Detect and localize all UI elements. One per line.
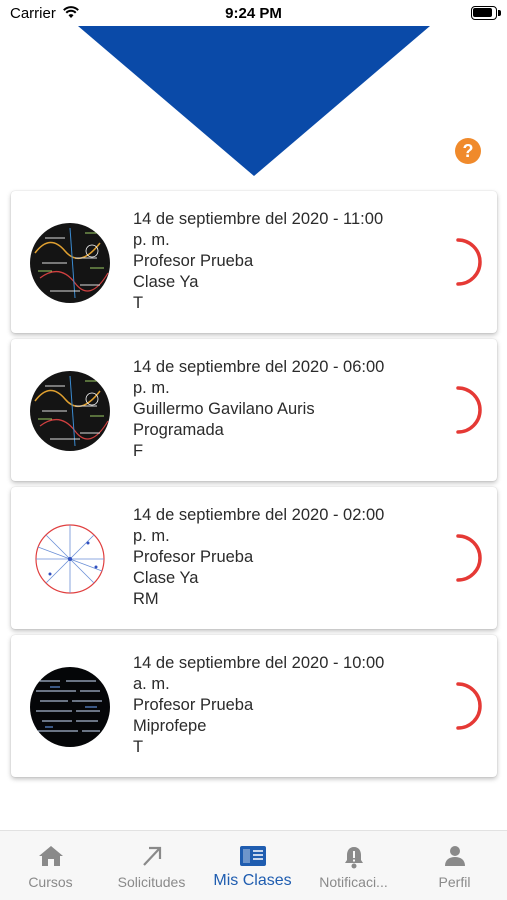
tab-solicitudes[interactable]: Solicitudes (101, 831, 202, 900)
class-avatar (30, 519, 110, 599)
tab-label: Mis Clases (213, 872, 292, 889)
person-icon (444, 846, 465, 866)
tab-mis-clases[interactable]: Mis Clases (202, 831, 303, 900)
loading-spinner-icon (456, 238, 482, 286)
class-type: Clase Ya (133, 569, 199, 587)
book-icon (239, 846, 266, 866)
class-code: F (133, 442, 144, 460)
class-info: 14 de septiembre del 2020 - 06:00 p. m. … (133, 357, 433, 462)
class-card[interactable]: 14 de septiembre del 2020 - 06:00 p. m. … (11, 339, 497, 481)
class-date: 14 de septiembre del 2020 - 06:00 (133, 358, 385, 376)
class-avatar (30, 223, 110, 303)
arrow-up-right-icon (142, 846, 161, 866)
class-teacher: Guillermo Gavilano Auris (133, 400, 315, 418)
tab-label: Solicitudes (117, 874, 186, 890)
question-circle-icon: ? (462, 141, 474, 161)
class-date: 14 de septiembre del 2020 - 10:00 (133, 654, 385, 672)
class-avatar (30, 371, 110, 451)
bottom-tab-bar: Cursos Solicitudes Mis Clases Notificaci… (0, 830, 507, 900)
battery-tip (498, 10, 501, 16)
class-teacher: Profesor Prueba (133, 252, 254, 270)
class-period: p. m. (133, 527, 170, 545)
class-code: T (133, 738, 144, 756)
loading-spinner-icon (456, 682, 482, 730)
loading-spinner-icon (456, 534, 482, 582)
class-period: p. m. (133, 379, 170, 397)
class-info: 14 de septiembre del 2020 - 10:00 a. m. … (133, 653, 433, 758)
class-card[interactable]: 14 de septiembre del 2020 - 02:00 p. m. … (11, 487, 497, 629)
tab-perfil[interactable]: Perfil (404, 831, 505, 900)
loading-spinner-icon (456, 386, 482, 434)
tab-label: Notificaci... (319, 874, 388, 890)
class-date: 14 de septiembre del 2020 - 02:00 (133, 506, 385, 524)
class-code: RM (133, 590, 159, 608)
tab-notificaciones[interactable]: Notificaci... (303, 831, 404, 900)
bell-icon (344, 847, 363, 869)
class-info: 14 de septiembre del 2020 - 11:00 p. m. … (133, 209, 433, 314)
math-chalkboard-image (30, 371, 110, 451)
class-info: 14 de septiembre del 2020 - 02:00 p. m. … (133, 505, 433, 610)
circle-geometry-image (30, 519, 110, 599)
status-bar: Carrier 9:24 PM (0, 0, 507, 28)
class-card[interactable]: 14 de septiembre del 2020 - 10:00 a. m. … (11, 635, 497, 777)
class-type: Programada (133, 421, 224, 439)
class-teacher: Profesor Prueba (133, 696, 254, 714)
class-period: a. m. (133, 675, 170, 693)
class-card[interactable]: 14 de septiembre del 2020 - 11:00 p. m. … (11, 191, 497, 333)
tab-cursos[interactable]: Cursos (0, 831, 101, 900)
battery-icon (471, 6, 497, 20)
class-avatar (30, 667, 110, 747)
math-chalkboard-image (30, 223, 110, 303)
class-type: Miprofepe (133, 717, 207, 735)
home-icon (38, 846, 63, 866)
status-time: 9:24 PM (225, 5, 282, 22)
header-banner-triangle (78, 26, 430, 176)
class-teacher: Profesor Prueba (133, 548, 254, 566)
tab-label: Perfil (438, 874, 471, 890)
help-button[interactable]: ? (455, 138, 481, 164)
formula-blackboard-image (30, 667, 110, 747)
class-code: T (133, 294, 144, 312)
class-type: Clase Ya (133, 273, 199, 291)
class-date: 14 de septiembre del 2020 - 11:00 (133, 210, 384, 228)
tab-label: Cursos (28, 874, 73, 890)
class-period: p. m. (133, 231, 170, 249)
